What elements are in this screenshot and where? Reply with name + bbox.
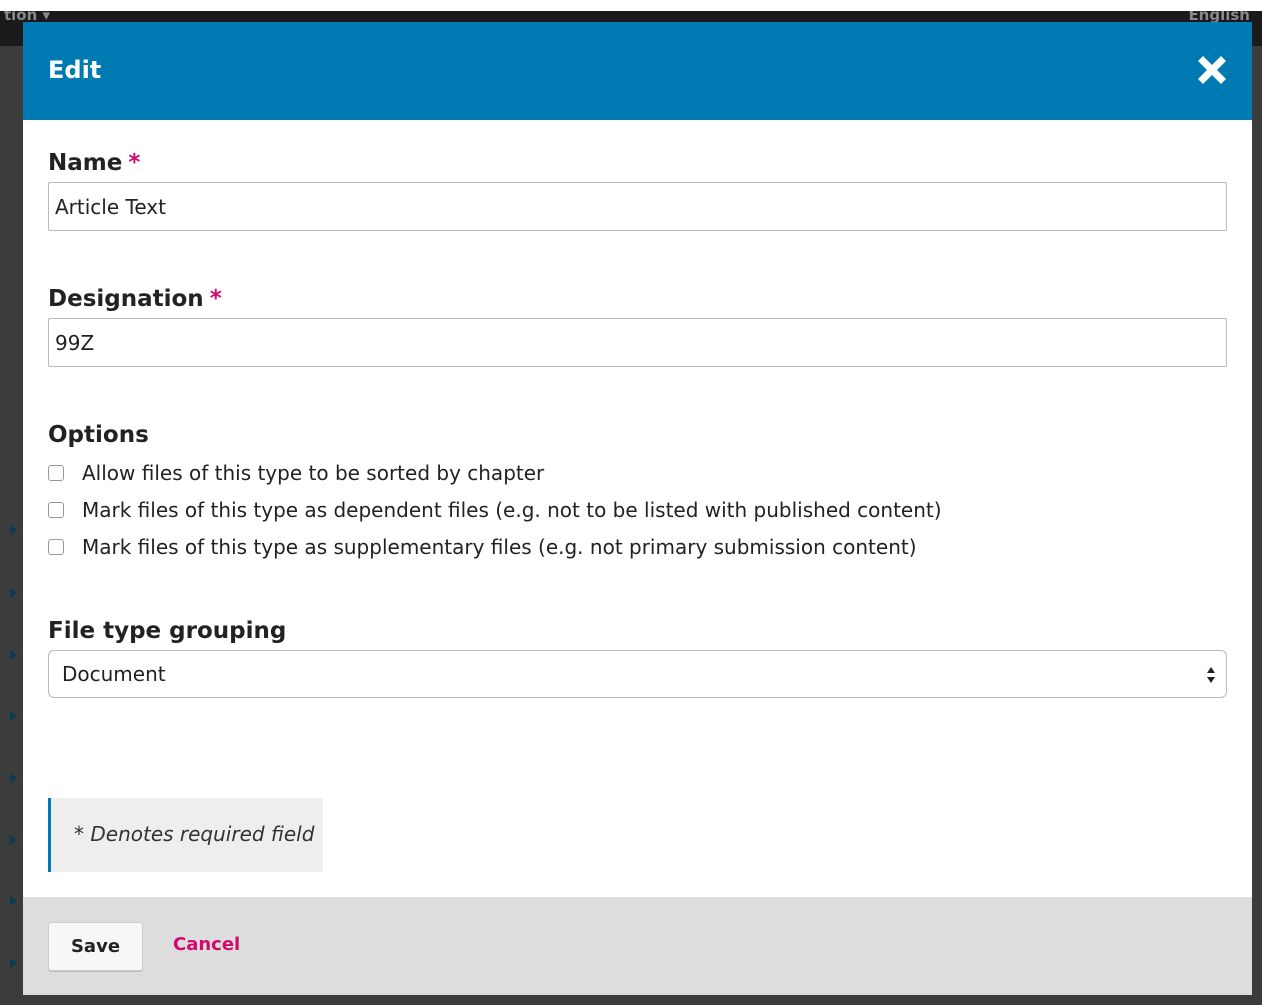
- save-button[interactable]: Save: [48, 922, 143, 971]
- cancel-link[interactable]: Cancel: [173, 934, 240, 955]
- option-label: Mark files of this type as dependent fil…: [82, 498, 942, 522]
- background-top-strip: [0, 0, 1262, 11]
- designation-input[interactable]: [48, 318, 1227, 367]
- sort-by-chapter-checkbox[interactable]: [48, 465, 64, 481]
- background-arrow-icon: [10, 525, 17, 535]
- background-arrow-icon: [10, 773, 17, 783]
- file-type-grouping-label: File type grouping: [48, 618, 287, 644]
- designation-label: Designation *: [48, 286, 222, 312]
- close-button[interactable]: [1192, 50, 1232, 90]
- select-value: Document: [62, 662, 166, 686]
- option-label: Allow files of this type to be sorted by…: [82, 461, 545, 485]
- background-arrow-icon: [10, 958, 17, 968]
- select-arrows-icon: [1207, 667, 1215, 683]
- supplementary-files-checkbox[interactable]: [48, 539, 64, 555]
- options-label: Options: [48, 422, 149, 448]
- background-arrow-icon: [10, 711, 17, 721]
- required-marker: *: [128, 150, 141, 176]
- modal-header: Edit: [23, 22, 1252, 120]
- background-arrow-icon: [10, 896, 17, 906]
- modal-footer: Save Cancel: [23, 897, 1252, 995]
- required-field-note: * Denotes required field: [48, 798, 323, 872]
- background-arrow-icon: [10, 650, 17, 660]
- required-marker: *: [209, 286, 222, 312]
- dependent-files-checkbox[interactable]: [48, 502, 64, 518]
- edit-modal: Edit Name* Designation* Options Allow fi…: [23, 22, 1252, 995]
- file-type-grouping-select[interactable]: Document: [48, 650, 1227, 698]
- option-label: Mark files of this type as supplementary…: [82, 535, 917, 559]
- designation-label-text: Designation: [48, 286, 204, 312]
- option-sort-by-chapter[interactable]: Allow files of this type to be sorted by…: [48, 459, 544, 487]
- name-input[interactable]: [48, 182, 1227, 231]
- option-supplementary-files[interactable]: Mark files of this type as supplementary…: [48, 533, 917, 561]
- option-dependent-files[interactable]: Mark files of this type as dependent fil…: [48, 496, 942, 524]
- modal-title: Edit: [48, 56, 102, 84]
- name-label: Name *: [48, 150, 140, 176]
- close-icon: [1198, 56, 1226, 84]
- background-arrow-icon: [10, 835, 17, 845]
- name-label-text: Name: [48, 150, 123, 176]
- required-field-note-text: * Denotes required field: [74, 822, 315, 846]
- background-arrow-icon: [10, 588, 17, 598]
